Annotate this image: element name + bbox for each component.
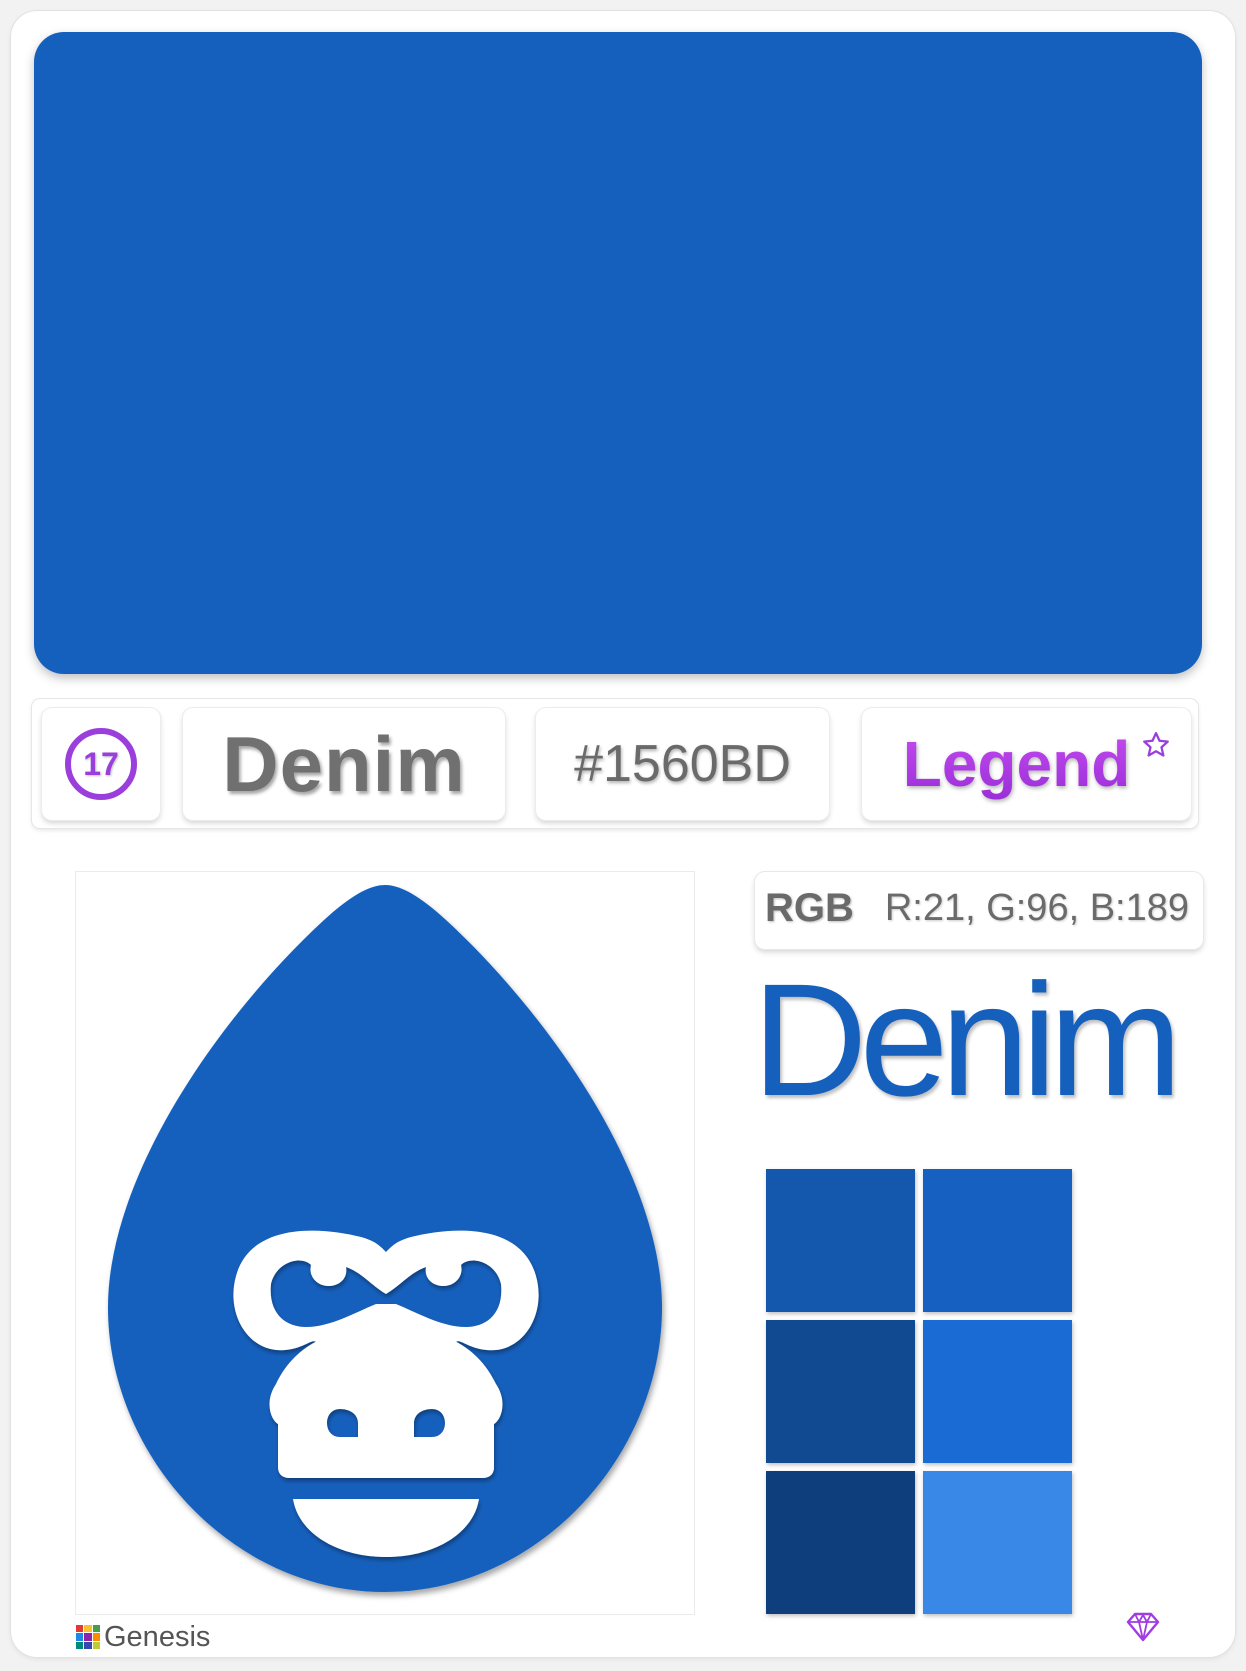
index-pill: 17 bbox=[42, 708, 160, 820]
shade-swatch bbox=[923, 1320, 1072, 1463]
gem-icon bbox=[1126, 1612, 1160, 1642]
color-name-large: Denim bbox=[752, 950, 1182, 1129]
shade-swatch bbox=[766, 1169, 915, 1312]
logo-panel bbox=[76, 872, 694, 1614]
drop-shape bbox=[107, 885, 663, 1592]
rgb-value: R:21, G:96, B:189 bbox=[884, 887, 1189, 929]
shade-swatch bbox=[766, 1471, 915, 1614]
grid-squares-icon bbox=[76, 1625, 100, 1649]
color-name: Denim bbox=[222, 719, 466, 808]
shade-swatch bbox=[923, 1169, 1072, 1312]
drop-gorilla-icon bbox=[107, 885, 663, 1592]
brand-name: Genesis bbox=[104, 1620, 211, 1653]
rgb-label: RGB bbox=[765, 886, 854, 930]
brand-footer: Genesis bbox=[76, 1620, 210, 1654]
tier-pill: Legend bbox=[862, 708, 1191, 820]
name-pill: Denim bbox=[183, 708, 505, 820]
main-color-swatch bbox=[34, 32, 1202, 674]
star-outline-icon bbox=[1143, 732, 1169, 757]
hex-pill: #1560BD bbox=[536, 708, 829, 820]
rgb-pill: RGB R:21, G:96, B:189 bbox=[755, 872, 1203, 949]
hex-code: #1560BD bbox=[574, 735, 791, 793]
shade-swatch bbox=[766, 1320, 915, 1463]
shade-swatch bbox=[923, 1471, 1072, 1614]
index-badge: 17 bbox=[65, 728, 137, 800]
tier-label: Legend bbox=[902, 728, 1131, 800]
